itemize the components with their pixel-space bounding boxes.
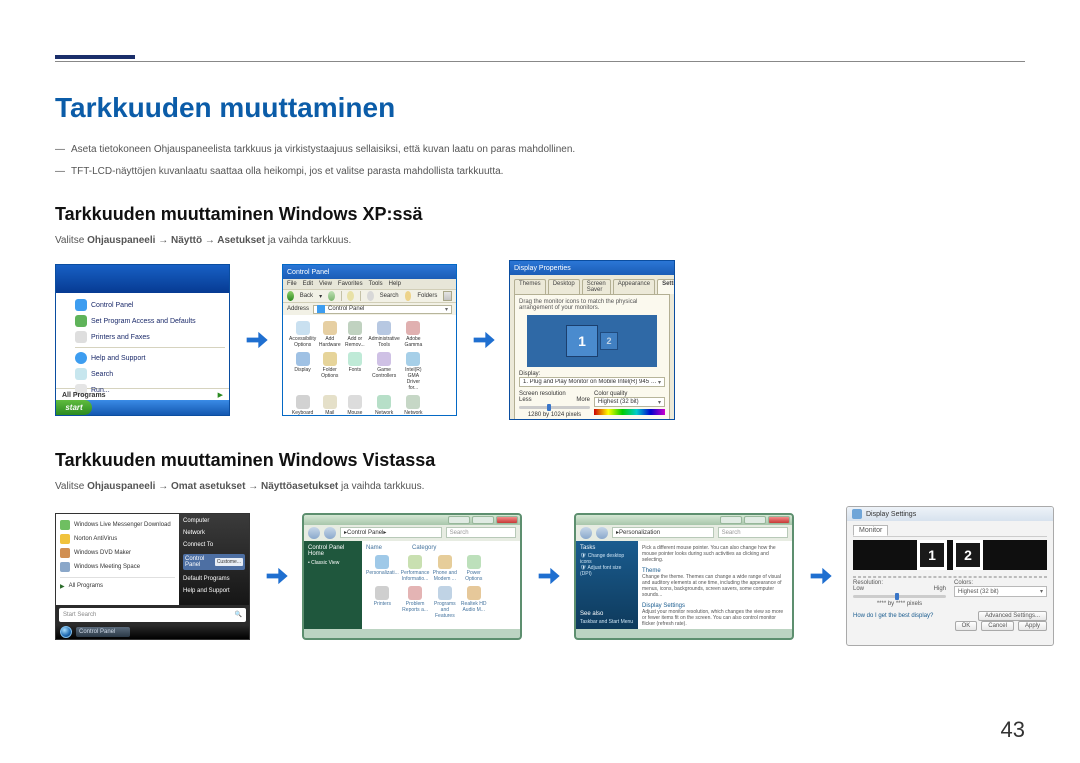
nav-back-icon [580,527,592,539]
xp-start-item: Help and Support [75,350,225,366]
vista-section-title: Tarkkuuden muuttaminen Windows Vistassa [55,450,1025,471]
intro-note-1: Aseta tietokoneen Ohjauspaneelista tarkk… [71,142,575,158]
vista-control-panel-screenshot: ▸ Control Panel ▸ Search Control Panel H… [302,513,522,640]
nav-fwd-icon [324,527,336,539]
xp-dp-settings-tab: Settings [657,279,675,294]
arrow-right-icon [262,562,290,590]
arrow-right-icon [534,562,562,590]
xp-start-button: start [56,400,92,415]
xp-cp-titlebar: Control Panel [283,265,456,279]
vista-personalization-screenshot: ▸ Personalization Search Tasks 🛡 Change … [574,513,794,640]
xp-all-programs: All Programs [62,392,106,399]
page-number: 43 [1001,717,1025,743]
xp-start-menu-screenshot: Control Panel Set Program Access and Def… [55,264,230,416]
xp-instruction: Valitse Ohjauspaneeli → Näyttö → Asetuks… [55,235,1025,246]
xp-start-item: Printers and Faxes [75,329,225,345]
intro-note-2: TFT-LCD-näyttöjen kuvanlaatu saattaa oll… [71,164,503,180]
vista-start-search: Start Search 🔍 [59,608,246,622]
vista-resolution-slider [853,595,946,598]
xp-section-title: Tarkkuuden muuttaminen Windows XP:ssä [55,204,1025,225]
xp-control-panel-screenshot: Control Panel FileEditViewFavoritesTools… [282,264,457,416]
vista-ds-monitor-preview: 12 [853,540,1047,570]
xp-resolution-slider [519,406,590,409]
vista-orb-icon [60,626,72,638]
vista-start-control-panel: Control PanelCustome... [183,554,245,570]
vista-steps-row: Windows Live Messenger Download Norton A… [55,506,1025,646]
xp-dp-monitor-preview: 12 [527,315,657,367]
page-title: Tarkkuuden muuttaminen [55,92,1025,124]
vista-start-menu-screenshot: Windows Live Messenger Download Norton A… [55,513,250,640]
xp-display-properties-screenshot: Display Properties Themes Desktop Screen… [509,260,675,420]
xp-start-item: Search [75,366,225,382]
xp-dp-titlebar: Display Properties [510,261,674,275]
xp-steps-row: Control Panel Set Program Access and Def… [55,260,1025,420]
intro-notes: Aseta tietokoneen Ohjauspaneelista tarkk… [55,142,1025,180]
nav-fwd-icon [596,527,608,539]
arrow-right-icon [806,562,834,590]
nav-back-icon [308,527,320,539]
arrow-right-icon [469,326,497,354]
header-rule [55,55,1025,62]
arrow-right-icon [242,326,270,354]
vista-display-settings-screenshot: Display Settings Monitor 12 Resolution: … [846,506,1054,646]
vista-instruction: Valitse Ohjauspaneeli → Omat asetukset →… [55,481,1025,492]
xp-start-item: Control Panel [75,297,225,313]
xp-cp-icon-grid: Accessibility Options Add Hardware Add o… [283,315,456,416]
xp-start-item: Set Program Access and Defaults [75,313,225,329]
